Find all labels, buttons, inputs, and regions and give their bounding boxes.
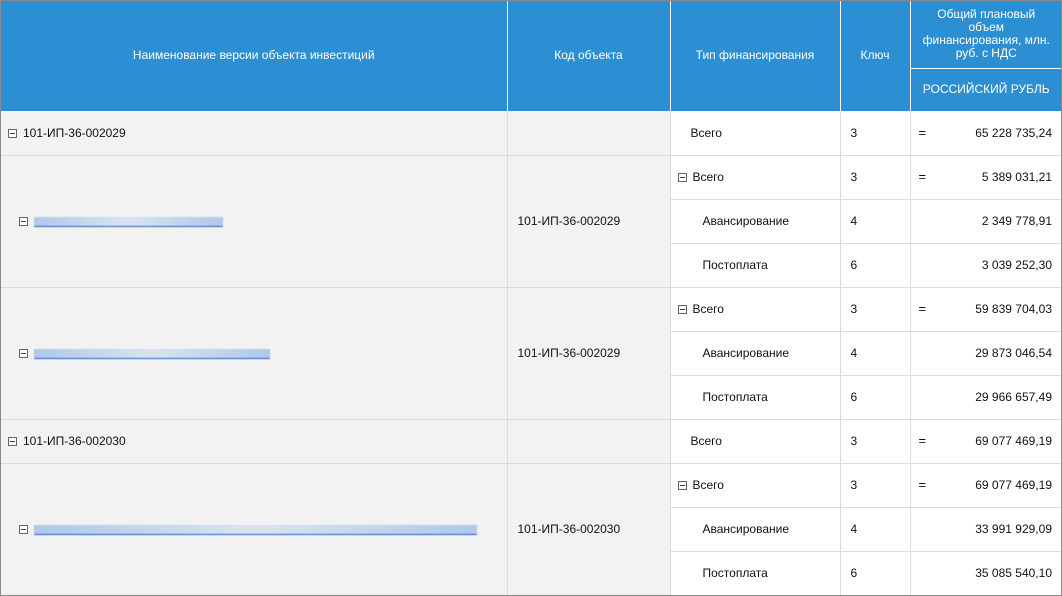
collapse-toggle[interactable] (19, 217, 28, 227)
type-cell: Всего (670, 419, 841, 464)
type-cell: Постоплата (670, 375, 841, 420)
name-cell (1, 287, 508, 420)
collapse-toggle[interactable] (19, 525, 28, 535)
header-type[interactable]: Тип финансирования (670, 1, 841, 112)
table-row: 101-ИП-36-002029 Всего 3 = 59 839 704,03 (1, 287, 1061, 420)
key-cell: 6 (840, 243, 911, 288)
version-link[interactable] (34, 524, 477, 535)
value: 69 077 469,19 (975, 478, 1052, 492)
key-cell: 3 (840, 111, 911, 156)
table-row: 101-ИП-36-002030 Всего 3 = 69 077 469,19 (1, 463, 1061, 595)
name-cell: 101-ИП-36-002030 (1, 419, 508, 464)
value-cell: 33 991 929,09 (909, 507, 1061, 552)
table-row: 101-ИП-36-002029 Всего 3 = 5 389 031,21 (1, 155, 1061, 288)
collapse-toggle[interactable] (677, 173, 687, 183)
code-cell (507, 111, 671, 156)
data-table: Наименование версии объекта инвестиций К… (1, 1, 1061, 595)
formula-marker: = (918, 124, 927, 140)
header-key[interactable]: Ключ (840, 1, 911, 112)
key-cell: 3 (840, 155, 911, 200)
key-cell: 4 (840, 331, 911, 376)
type-cell: Всего (670, 111, 841, 156)
type-label: Всего (692, 170, 724, 184)
type-cell: Постоплата (670, 551, 841, 595)
code-cell: 101-ИП-36-002030 (507, 463, 671, 595)
value-cell: 2 349 778,91 (909, 199, 1061, 244)
formula-marker: = (918, 432, 927, 448)
key-cell: 6 (840, 375, 911, 420)
header-currency[interactable]: РОССИЙСКИЙ РУБЛЬ (910, 67, 1061, 112)
key-cell: 3 (840, 463, 911, 508)
type-label: Всего (692, 302, 724, 316)
value: 5 389 031,21 (981, 170, 1052, 184)
key-cell: 3 (840, 287, 911, 332)
formula-marker: = (918, 168, 927, 184)
value: 69 077 469,19 (975, 434, 1052, 448)
version-link[interactable] (34, 348, 270, 359)
value: 59 839 704,03 (975, 302, 1052, 316)
value-cell: = 69 077 469,19 (909, 463, 1061, 508)
investment-grid: Наименование версии объекта инвестиций К… (0, 0, 1062, 596)
collapse-toggle[interactable] (677, 305, 687, 315)
type-cell: Всего (670, 463, 841, 508)
value-cell: = 69 077 469,19 (909, 419, 1061, 464)
header-total[interactable]: Общий плановый объем финансирования, млн… (910, 1, 1061, 69)
version-link[interactable] (34, 216, 223, 227)
type-label: Всего (692, 478, 724, 492)
key-cell: 4 (840, 507, 911, 552)
code-cell: 101-ИП-36-002029 (507, 155, 671, 288)
table-row: 101-ИП-36-002030 Всего 3 = 69 077 469,19 (1, 419, 1061, 464)
type-cell: Авансирование (670, 331, 841, 376)
key-cell: 3 (840, 419, 911, 464)
value-cell: 29 873 046,54 (909, 331, 1061, 376)
object-name: 101-ИП-36-002030 (23, 434, 126, 448)
object-name: 101-ИП-36-002029 (23, 126, 126, 140)
header-total-line4: руб. с НДС (955, 46, 1017, 61)
value-cell: = 59 839 704,03 (909, 287, 1061, 332)
type-cell: Авансирование (670, 199, 841, 244)
value-cell: = 5 389 031,21 (909, 155, 1061, 200)
name-cell: 101-ИП-36-002029 (1, 111, 508, 156)
value-cell: 29 966 657,49 (909, 375, 1061, 420)
collapse-toggle[interactable] (8, 129, 17, 139)
formula-marker: = (918, 476, 927, 492)
collapse-toggle[interactable] (677, 481, 687, 491)
name-cell (1, 155, 508, 288)
value-cell: 3 039 252,30 (909, 243, 1061, 288)
type-cell: Всего (670, 155, 841, 200)
name-cell (1, 463, 508, 595)
value-cell: = 65 228 735,24 (909, 111, 1061, 156)
header-code[interactable]: Код объекта (507, 1, 671, 112)
code-cell (507, 419, 671, 464)
table-row: 101-ИП-36-002029 Всего 3 = 65 228 735,24 (1, 111, 1061, 156)
type-cell: Авансирование (670, 507, 841, 552)
formula-marker: = (918, 300, 927, 316)
key-cell: 4 (840, 199, 911, 244)
header-name[interactable]: Наименование версии объекта инвестиций (1, 1, 508, 112)
key-cell: 6 (840, 551, 911, 595)
type-cell: Всего (670, 287, 841, 332)
collapse-toggle[interactable] (19, 349, 28, 359)
type-cell: Постоплата (670, 243, 841, 288)
value: 65 228 735,24 (975, 126, 1052, 140)
collapse-toggle[interactable] (8, 437, 17, 447)
code-cell: 101-ИП-36-002029 (507, 287, 671, 420)
value-cell: 35 085 540,10 (909, 551, 1061, 595)
